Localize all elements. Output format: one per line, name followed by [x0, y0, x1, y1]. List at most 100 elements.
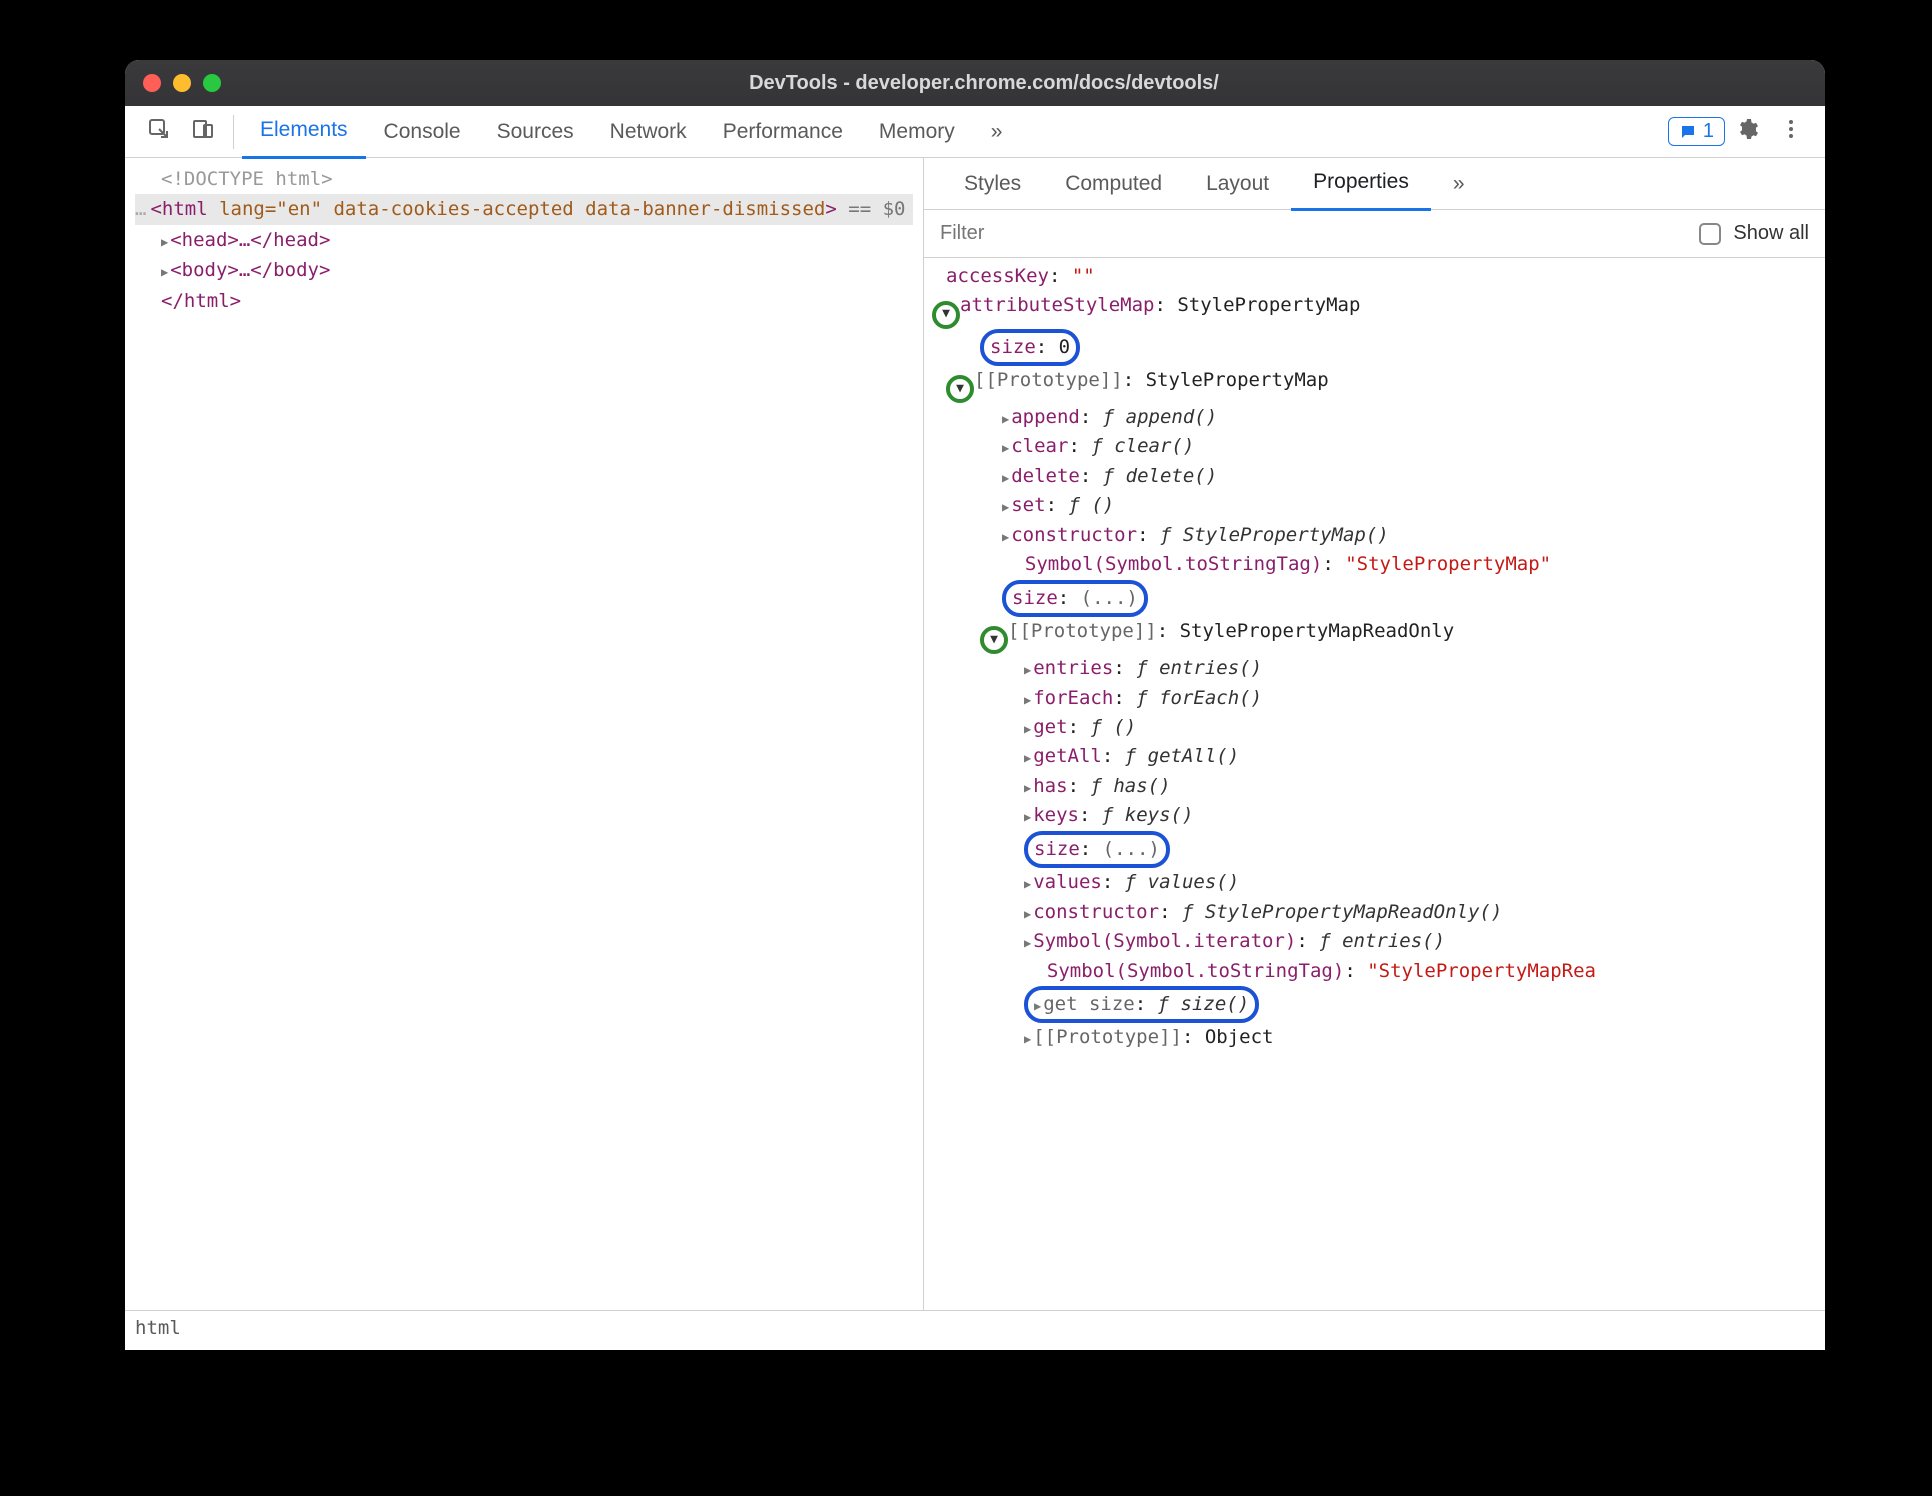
expand-icon[interactable]: [1024, 684, 1031, 713]
prop-val: ƒ size(): [1158, 993, 1250, 1015]
subtab-computed[interactable]: Computed: [1043, 158, 1184, 210]
prop-key: has: [1033, 775, 1067, 797]
expand-icon[interactable]: [1024, 654, 1031, 683]
expand-icon[interactable]: [1002, 521, 1009, 550]
highlight-size: size: (...): [1002, 580, 1148, 617]
filter-row: Show all: [924, 210, 1825, 258]
dom-tree[interactable]: <!DOCTYPE html> …<html lang="en" data-co…: [125, 158, 923, 322]
tab-sources[interactable]: Sources: [479, 106, 592, 158]
prop-key: clear: [1011, 435, 1068, 457]
expand-icon[interactable]: [161, 225, 168, 255]
inspect-icon[interactable]: [137, 111, 181, 153]
issues-badge[interactable]: 1: [1668, 117, 1725, 146]
expand-icon[interactable]: [1024, 801, 1031, 830]
crumb-html[interactable]: html: [135, 1317, 181, 1339]
expand-icon[interactable]: [1034, 990, 1041, 1019]
breadcrumb[interactable]: html: [125, 1310, 1825, 1350]
expand-icon[interactable]: [1024, 868, 1031, 897]
titlebar: DevTools - developer.chrome.com/docs/dev…: [125, 60, 1825, 106]
prop-key: [[Prototype]]: [974, 369, 1123, 391]
close-bracket: >: [825, 198, 836, 220]
sidebar-tabs: Styles Computed Layout Properties »: [924, 158, 1825, 210]
prop-val: "": [1072, 265, 1095, 287]
properties-tree[interactable]: accessKey: "" attributeStyleMap: StylePr…: [924, 258, 1825, 1310]
lang-attr: lang="en": [219, 198, 322, 220]
tab-elements[interactable]: Elements: [242, 104, 366, 159]
prop-val: ƒ entries(): [1319, 930, 1445, 952]
expand-icon[interactable]: [1024, 713, 1031, 742]
prop-val: "StylePropertyMapRea: [1367, 960, 1596, 982]
body-tag[interactable]: <body>…</body>: [170, 259, 330, 281]
expand-icon[interactable]: [1024, 898, 1031, 927]
show-all-checkbox[interactable]: [1699, 223, 1721, 245]
subtab-more[interactable]: »: [1431, 158, 1487, 210]
prop-val: StylePropertyMapReadOnly: [1180, 620, 1455, 642]
prop-val: ƒ (): [1090, 716, 1136, 738]
prop-val: ƒ has(): [1090, 775, 1170, 797]
prop-val: ƒ forEach(): [1136, 687, 1262, 709]
tab-memory[interactable]: Memory: [861, 106, 973, 158]
prop-val: 0: [1059, 336, 1070, 358]
expand-icon[interactable]: [1024, 927, 1031, 956]
prop-key: Symbol(Symbol.toStringTag): [1047, 960, 1344, 982]
selected-element[interactable]: …<html lang="en" data-cookies-accepted d…: [135, 194, 913, 224]
doctype: <!DOCTYPE html>: [161, 168, 333, 190]
prop-key: keys: [1033, 804, 1079, 826]
prop-key: Symbol(Symbol.iterator): [1033, 930, 1296, 952]
tab-more[interactable]: »: [973, 106, 1021, 158]
prop-val[interactable]: (...): [1103, 838, 1160, 860]
prop-val: Object: [1205, 1026, 1274, 1048]
close-icon[interactable]: [143, 74, 161, 92]
expand-icon[interactable]: [1002, 462, 1009, 491]
prop-val: ƒ delete(): [1103, 465, 1217, 487]
prop-val: StylePropertyMap: [1146, 369, 1329, 391]
expand-icon[interactable]: [1002, 403, 1009, 432]
prop-key: set: [1011, 494, 1045, 516]
tab-network[interactable]: Network: [592, 106, 705, 158]
highlight-size: size: (...): [1024, 831, 1170, 868]
show-all-label: Show all: [1733, 222, 1809, 245]
prop-key: [[Prototype]]: [1008, 620, 1157, 642]
prop-key: attributeStyleMap: [960, 294, 1154, 316]
subtab-layout[interactable]: Layout: [1184, 158, 1291, 210]
prop-val[interactable]: (...): [1081, 587, 1138, 609]
settings-icon[interactable]: [1725, 111, 1769, 153]
device-toolbar-icon[interactable]: [181, 111, 225, 153]
filter-input[interactable]: [940, 222, 1687, 245]
subtab-styles[interactable]: Styles: [942, 158, 1043, 210]
prop-key: accessKey: [946, 265, 1049, 287]
expand-circle-icon[interactable]: [932, 301, 960, 329]
prop-val: ƒ StylePropertyMapReadOnly(): [1182, 901, 1502, 923]
kebab-icon[interactable]: [1769, 111, 1813, 153]
prop-key: size: [1034, 838, 1080, 860]
tab-console[interactable]: Console: [366, 106, 479, 158]
prop-key: entries: [1033, 657, 1113, 679]
issues-count: 1: [1703, 120, 1714, 143]
window-title: DevTools - developer.chrome.com/docs/dev…: [161, 72, 1807, 95]
dollar-zero: == $0: [837, 198, 906, 220]
expand-icon[interactable]: [1002, 491, 1009, 520]
expand-circle-icon[interactable]: [946, 375, 974, 403]
tab-performance[interactable]: Performance: [705, 106, 861, 158]
prop-val: ƒ getAll(): [1125, 745, 1239, 767]
expand-icon[interactable]: [1002, 432, 1009, 461]
devtools-window: DevTools - developer.chrome.com/docs/dev…: [125, 60, 1825, 1350]
prop-val: ƒ clear(): [1091, 435, 1194, 457]
expand-icon[interactable]: [1024, 772, 1031, 801]
highlight-getsize: get size: ƒ size(): [1024, 986, 1259, 1023]
main-split: <!DOCTYPE html> …<html lang="en" data-co…: [125, 158, 1825, 1310]
expand-icon[interactable]: [1024, 1023, 1031, 1052]
subtab-properties[interactable]: Properties: [1291, 156, 1431, 211]
expand-icon[interactable]: [161, 255, 168, 285]
prop-val: ƒ StylePropertyMap(): [1160, 524, 1389, 546]
head-tag[interactable]: <head>…</head>: [170, 229, 330, 251]
main-toolbar: Elements Console Sources Network Perform…: [125, 106, 1825, 158]
prop-key: get: [1033, 716, 1067, 738]
prop-val: ƒ append(): [1103, 406, 1217, 428]
prop-val: "StylePropertyMap": [1345, 553, 1551, 575]
prop-val: ƒ (): [1068, 494, 1114, 516]
expand-icon[interactable]: [1024, 742, 1031, 771]
prop-key: size: [990, 336, 1036, 358]
prop-key: append: [1011, 406, 1080, 428]
expand-circle-icon[interactable]: [980, 626, 1008, 654]
